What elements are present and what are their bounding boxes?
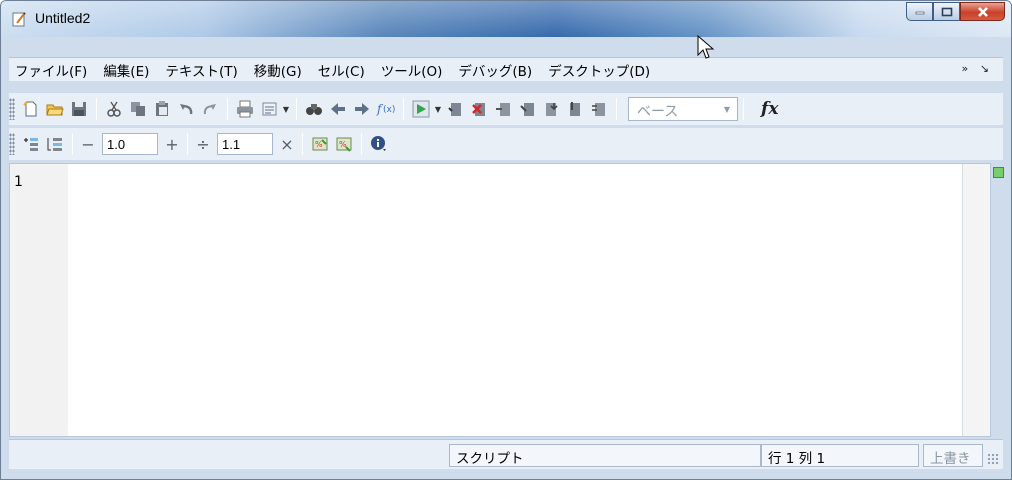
app-icon xyxy=(11,11,27,27)
menu-text[interactable]: テキスト(T) xyxy=(157,60,245,80)
mouse-pointer-icon xyxy=(697,34,715,65)
find-icon[interactable] xyxy=(303,98,325,120)
resize-grip[interactable] xyxy=(987,453,999,465)
menu-debug[interactable]: デバッグ(B) xyxy=(450,60,540,80)
forward-icon[interactable] xyxy=(351,98,373,120)
status-marker-icon xyxy=(993,167,1004,178)
multiply-button[interactable]: × xyxy=(277,135,297,154)
maximize-button[interactable] xyxy=(933,2,960,21)
toolbar-separator xyxy=(296,98,297,120)
evaluate-advance-icon[interactable]: % xyxy=(333,133,355,155)
comment-icon[interactable] xyxy=(258,98,280,120)
title-bar[interactable]: Untitled2 xyxy=(1,1,1011,37)
open-folder-icon[interactable] xyxy=(44,98,66,120)
new-file-icon[interactable] xyxy=(20,98,42,120)
menu-tools[interactable]: ツール(O) xyxy=(373,60,451,80)
menu-desktop[interactable]: デスクトップ(D) xyxy=(540,60,658,80)
paste-icon[interactable] xyxy=(151,98,173,120)
function-icon[interactable]: f (x) xyxy=(375,98,397,120)
menu-file[interactable]: ファイル(F) xyxy=(9,60,95,80)
copy-icon[interactable] xyxy=(127,98,149,120)
vertical-scrollbar[interactable] xyxy=(962,164,990,436)
back-icon[interactable] xyxy=(327,98,349,120)
divide-button[interactable]: ÷ xyxy=(193,135,213,154)
combo-arrow-icon: ▼ xyxy=(723,104,731,114)
decrement-button[interactable]: − xyxy=(78,135,98,154)
cut-icon[interactable] xyxy=(103,98,125,120)
toolbar-separator xyxy=(72,133,73,155)
toolbar-separator xyxy=(187,133,188,155)
status-bar: スクリプト 行 1 列 1 上書き xyxy=(9,439,1003,469)
toolbar-separator xyxy=(227,98,228,120)
step-in-icon[interactable] xyxy=(492,98,514,120)
menu-go[interactable]: 移動(G) xyxy=(246,60,310,80)
window-title: Untitled2 xyxy=(35,10,91,26)
toolbar-grip[interactable] xyxy=(9,98,15,120)
toolbar-separator xyxy=(403,98,404,120)
fx-button[interactable]: fx xyxy=(761,99,778,119)
toolbar-separator xyxy=(302,133,303,155)
toolbar-separator xyxy=(616,98,617,120)
status-overwrite-mode: 上書き xyxy=(923,444,983,467)
redo-icon[interactable] xyxy=(199,98,221,120)
script-editor[interactable]: 1 xyxy=(9,163,991,437)
continue-icon[interactable] xyxy=(540,98,562,120)
line-number-gutter: 1 xyxy=(10,164,68,436)
divide-value-input[interactable] xyxy=(217,133,273,155)
insert-cell-icon[interactable] xyxy=(20,133,42,155)
svg-text:(x): (x) xyxy=(383,105,395,115)
info-icon[interactable] xyxy=(368,133,390,155)
step-out-icon[interactable] xyxy=(516,98,538,120)
app-window: Untitled2 ファイル(F) 編集(E) テキスト(T) 移動(G) セル… xyxy=(0,0,1012,480)
print-icon[interactable] xyxy=(234,98,256,120)
minimize-button[interactable] xyxy=(906,2,933,21)
window-controls xyxy=(906,2,1005,21)
maximize-icon xyxy=(941,7,952,16)
title-bar-gloss xyxy=(1,1,1011,37)
comment-dropdown-arrow[interactable]: ▼ xyxy=(281,98,291,120)
toolbar-grip[interactable] xyxy=(9,133,15,155)
cell-divider-icon[interactable] xyxy=(44,133,66,155)
run-icon[interactable] xyxy=(410,98,432,120)
run-dropdown-arrow[interactable]: ▼ xyxy=(433,98,443,120)
toolbar-separator xyxy=(96,98,97,120)
toolbar-separator xyxy=(361,133,362,155)
base-combo-value: ベース xyxy=(637,104,679,120)
close-icon xyxy=(977,6,988,17)
step-icon[interactable] xyxy=(444,98,466,120)
menu-edit[interactable]: 編集(E) xyxy=(95,60,157,80)
evaluate-cell-icon[interactable]: % xyxy=(309,133,331,155)
main-toolbar: ▼ f (x) ▼ ベース ▼ fx xyxy=(9,93,1003,125)
clear-breakpoints-icon[interactable] xyxy=(468,98,490,120)
increment-button[interactable]: + xyxy=(162,135,182,154)
close-button[interactable] xyxy=(960,2,1005,21)
undo-icon[interactable] xyxy=(175,98,197,120)
svg-text:%: % xyxy=(315,140,323,149)
save-icon[interactable] xyxy=(68,98,90,120)
exit-debug-icon[interactable] xyxy=(564,98,586,120)
cell-toolbar: − + ÷ × % % xyxy=(9,128,1003,160)
editor-text-area[interactable] xyxy=(68,164,962,436)
menu-cell[interactable]: セル(C) xyxy=(310,60,373,80)
line-number: 1 xyxy=(14,174,23,190)
decrement-value-input[interactable] xyxy=(102,133,158,155)
stack-icon[interactable] xyxy=(588,98,610,120)
status-cursor-position: 行 1 列 1 xyxy=(761,444,919,467)
base-workspace-combo[interactable]: ベース ▼ xyxy=(628,97,738,121)
toolbar-separator xyxy=(743,98,744,120)
menu-overflow-chevron[interactable]: » ↘ xyxy=(962,62,993,75)
menu-bar: ファイル(F) 編集(E) テキスト(T) 移動(G) セル(C) ツール(O)… xyxy=(9,57,1003,81)
minimize-icon xyxy=(915,11,924,14)
status-script: スクリプト xyxy=(449,444,761,467)
